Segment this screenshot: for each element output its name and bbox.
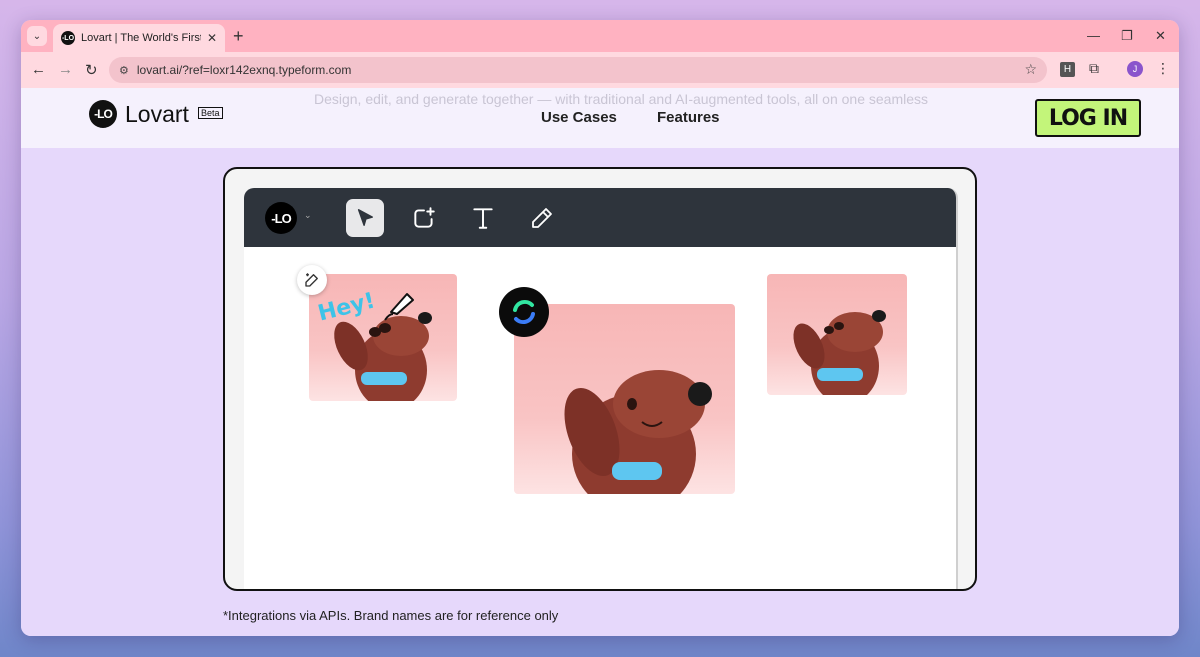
image-card-left[interactable]: Hey! [309, 274, 457, 401]
magic-edit-button[interactable] [297, 265, 327, 295]
ghost-tagline: Design, edit, and generate together — wi… [313, 91, 929, 107]
minimize-icon[interactable]: — [1087, 28, 1100, 43]
nav-use-cases[interactable]: Use Cases [541, 109, 617, 126]
window-close-icon[interactable]: ✕ [1155, 28, 1166, 44]
dog-illustration-left: Hey! [315, 288, 432, 401]
tab-strip: ⌄ -LO Lovart | The World's First Design … [21, 20, 1179, 52]
pen-tool[interactable] [523, 199, 561, 237]
frame-tool[interactable] [405, 199, 443, 237]
logo-icon[interactable]: -LO [89, 100, 117, 128]
dog-illustration-right [793, 310, 886, 395]
new-tab-icon[interactable]: + [233, 26, 244, 46]
magic-edit-icon [305, 273, 318, 287]
demo-frame: -LO ⌄ Hey! [223, 167, 977, 591]
image-card-center[interactable] [514, 304, 735, 494]
ai-model-icon [513, 299, 535, 325]
kebab-menu-icon[interactable]: ⋮ [1156, 60, 1170, 77]
editor-app: -LO ⌄ Hey! [244, 188, 958, 589]
browser-window: ⌄ -LO Lovart | The World's First Design … [21, 20, 1179, 636]
tab-close-icon[interactable]: ✕ [207, 31, 217, 45]
nav-features[interactable]: Features [657, 109, 720, 126]
favicon-icon: -LO [61, 31, 75, 45]
editor-canvas[interactable]: Hey! [244, 247, 956, 589]
dog-illustration-center [564, 370, 712, 494]
site-header: Design, edit, and generate together — wi… [21, 88, 1179, 148]
pen-tool-icon [532, 208, 552, 228]
bookmark-star-icon[interactable]: ☆ [1024, 61, 1037, 78]
select-pointer-icon [357, 209, 374, 227]
page-content: Design, edit, and generate together — wi… [21, 88, 1179, 636]
login-button[interactable]: LOG IN [1035, 99, 1141, 137]
puzzle-icon[interactable]: ⧉ [1089, 60, 1099, 77]
chevron-down-icon[interactable]: ⌄ [304, 210, 312, 221]
app-logo-icon[interactable]: -LO [265, 202, 297, 234]
add-frame-icon [414, 207, 435, 228]
ai-model-badge[interactable] [499, 287, 549, 337]
browser-toolbar: ← → ↻ ⚙ lovart.ai/?ref=loxr142exnq.typef… [21, 52, 1179, 88]
text-tool[interactable] [464, 199, 502, 237]
integration-footnote: *Integrations via APIs. Brand names are … [223, 608, 559, 623]
tab-title: Lovart | The World's First Design [81, 32, 201, 44]
tab-search-icon[interactable]: ⌄ [27, 26, 47, 46]
site-info-icon[interactable]: ⚙ [119, 64, 129, 77]
select-tool[interactable] [346, 199, 384, 237]
reload-icon[interactable]: ↻ [85, 61, 98, 79]
avatar[interactable]: J [1127, 61, 1143, 77]
url-text: lovart.ai/?ref=loxr142exnq.typeform.com [136, 63, 352, 77]
browser-tab[interactable]: -LO Lovart | The World's First Design ✕ [53, 24, 225, 52]
extension-h-icon[interactable]: H [1060, 62, 1075, 77]
logo-text[interactable]: Lovart [125, 101, 189, 128]
beta-badge: Beta [198, 107, 223, 119]
back-icon[interactable]: ← [31, 61, 46, 78]
sticker-text: Hey! [315, 288, 377, 326]
restore-icon[interactable]: ❐ [1121, 28, 1133, 44]
address-bar[interactable]: ⚙ lovart.ai/?ref=loxr142exnq.typeform.co… [109, 57, 1047, 83]
editor-toolbar: -LO ⌄ [244, 188, 956, 247]
text-tool-icon [473, 208, 493, 229]
image-card-right[interactable] [767, 274, 907, 395]
forward-icon[interactable]: → [58, 61, 73, 78]
